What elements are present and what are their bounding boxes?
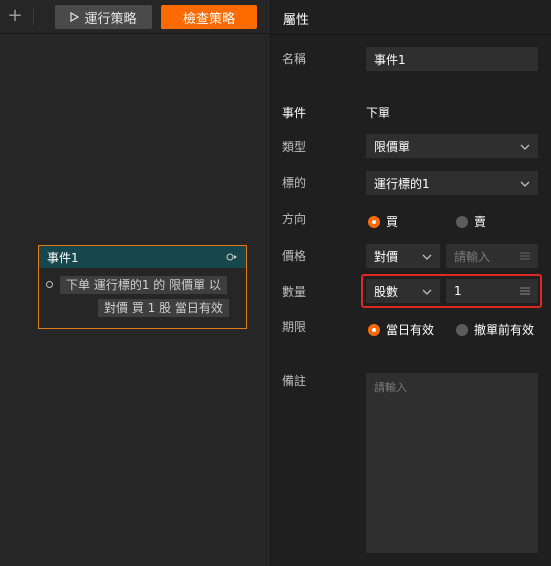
- radio-unselected-icon: [456, 323, 468, 336]
- price-input[interactable]: 請輸入: [446, 244, 538, 268]
- direction-radio-sell[interactable]: 賣: [456, 213, 486, 230]
- event-value: 下單: [366, 106, 391, 120]
- direction-radio-buy[interactable]: 買: [368, 213, 398, 230]
- price-mode-select[interactable]: 對價: [366, 244, 440, 268]
- quantity-label: 數量: [282, 285, 307, 299]
- expiry-radio-gtc[interactable]: 撤單前有效: [456, 321, 534, 338]
- expiry-gtc-label: 撤單前有效: [474, 323, 535, 337]
- radio-selected-icon: [368, 323, 380, 336]
- type-select[interactable]: 限價單: [366, 134, 538, 158]
- name-value: 事件1: [374, 52, 406, 67]
- radio-unselected-icon: [456, 215, 468, 228]
- plus-icon[interactable]: +: [6, 5, 24, 27]
- remark-textarea[interactable]: 請輸入: [366, 373, 538, 553]
- run-strategy-label: 運行策略: [84, 11, 137, 27]
- list-icon[interactable]: [520, 249, 530, 263]
- event-node-header: 事件1: [39, 246, 246, 268]
- target-value: 運行標的1: [374, 176, 430, 191]
- direction-sell-label: 賣: [474, 215, 487, 229]
- target-label: 標的: [282, 176, 307, 190]
- target-select[interactable]: 運行標的1: [366, 171, 538, 195]
- expiry-label: 期限: [282, 320, 307, 334]
- remark-label: 備註: [282, 374, 307, 388]
- direction-buy-label: 買: [386, 215, 399, 229]
- event-node-summary-line1: 下单 運行標的1 的 限價單 以: [60, 276, 227, 294]
- check-strategy-label: 檢查策略: [182, 11, 235, 27]
- event-node-title: 事件1: [47, 250, 79, 265]
- direction-label: 方向: [282, 212, 307, 226]
- toolbar-divider: [33, 9, 34, 25]
- chevron-down-icon: [422, 249, 432, 263]
- name-field[interactable]: 事件1: [366, 47, 538, 71]
- price-placeholder: 請輸入: [454, 249, 491, 264]
- output-port-icon[interactable]: [226, 250, 238, 264]
- chevron-down-icon: [520, 139, 530, 153]
- panel-divider: [271, 34, 551, 35]
- expiry-radio-day[interactable]: 當日有效: [368, 321, 434, 338]
- strategy-canvas[interactable]: + 運行策略 檢查策略 事件1 下单 運行標的1 的 限價單 以 對價 買 1 …: [0, 0, 270, 566]
- type-label: 類型: [282, 140, 307, 154]
- play-icon: [70, 12, 80, 22]
- panel-title: 屬性: [283, 13, 310, 28]
- remark-placeholder: 請輸入: [374, 381, 407, 394]
- expiry-day-label: 當日有效: [386, 323, 435, 337]
- name-label: 名稱: [282, 52, 307, 66]
- quantity-highlight-box: [361, 274, 542, 308]
- chevron-down-icon: [520, 176, 530, 190]
- run-strategy-button[interactable]: 運行策略: [55, 5, 152, 29]
- event-node-summary-line2: 對價 買 1 股 當日有效: [98, 299, 229, 317]
- event-label: 事件: [282, 106, 307, 120]
- radio-selected-icon: [368, 215, 380, 228]
- input-port-icon[interactable]: [46, 281, 53, 288]
- check-strategy-button[interactable]: 檢查策略: [161, 5, 257, 29]
- price-label: 價格: [282, 249, 307, 263]
- event-node[interactable]: 事件1 下单 運行標的1 的 限價單 以 對價 買 1 股 當日有效: [38, 245, 247, 329]
- type-value: 限價單: [374, 139, 411, 154]
- canvas-toolbar: + 運行策略 檢查策略: [0, 0, 270, 34]
- price-mode-value: 對價: [374, 249, 399, 264]
